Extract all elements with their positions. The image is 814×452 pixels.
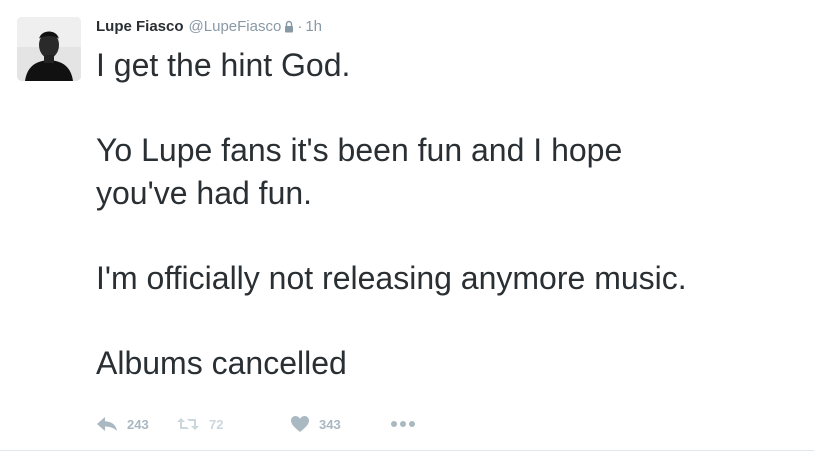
tweet-text: I get the hint God. Yo Lupe fans it's be… [96, 44, 796, 385]
retweet-icon [176, 416, 200, 432]
tweet-header: Lupe Fiasco @LupeFiasco · 1h [96, 15, 322, 37]
like-button[interactable]: 343 [290, 415, 390, 433]
reply-icon [96, 416, 118, 432]
tweet-paragraph: I'm officially not releasing anymore mus… [96, 260, 687, 296]
avatar-image [17, 17, 81, 81]
author-name[interactable]: Lupe Fiasco [96, 18, 184, 35]
more-button[interactable] [390, 420, 416, 428]
reply-count: 243 [127, 416, 149, 432]
tweet-paragraph: Albums cancelled [96, 345, 347, 381]
heart-icon [290, 415, 310, 433]
avatar[interactable] [17, 17, 81, 81]
tweet-card: Lupe Fiasco @LupeFiasco · 1h I get the h… [0, 0, 814, 452]
retweet-button[interactable]: 72 [176, 416, 290, 432]
tweet-paragraph: Yo Lupe fans it's been fun and I hope yo… [96, 132, 623, 211]
tweet-paragraph: I get the hint God. [96, 47, 351, 83]
retweet-count: 72 [209, 416, 224, 432]
lock-icon [284, 20, 294, 33]
like-count: 343 [319, 416, 341, 432]
author-handle[interactable]: @LupeFiasco [189, 18, 282, 35]
divider [0, 450, 814, 451]
tweet-actions: 243 72 343 [96, 411, 416, 437]
tweet-timestamp[interactable]: 1h [305, 18, 322, 35]
separator-dot: · [297, 17, 303, 35]
reply-button[interactable]: 243 [96, 416, 176, 432]
more-dots-icon [390, 420, 416, 428]
